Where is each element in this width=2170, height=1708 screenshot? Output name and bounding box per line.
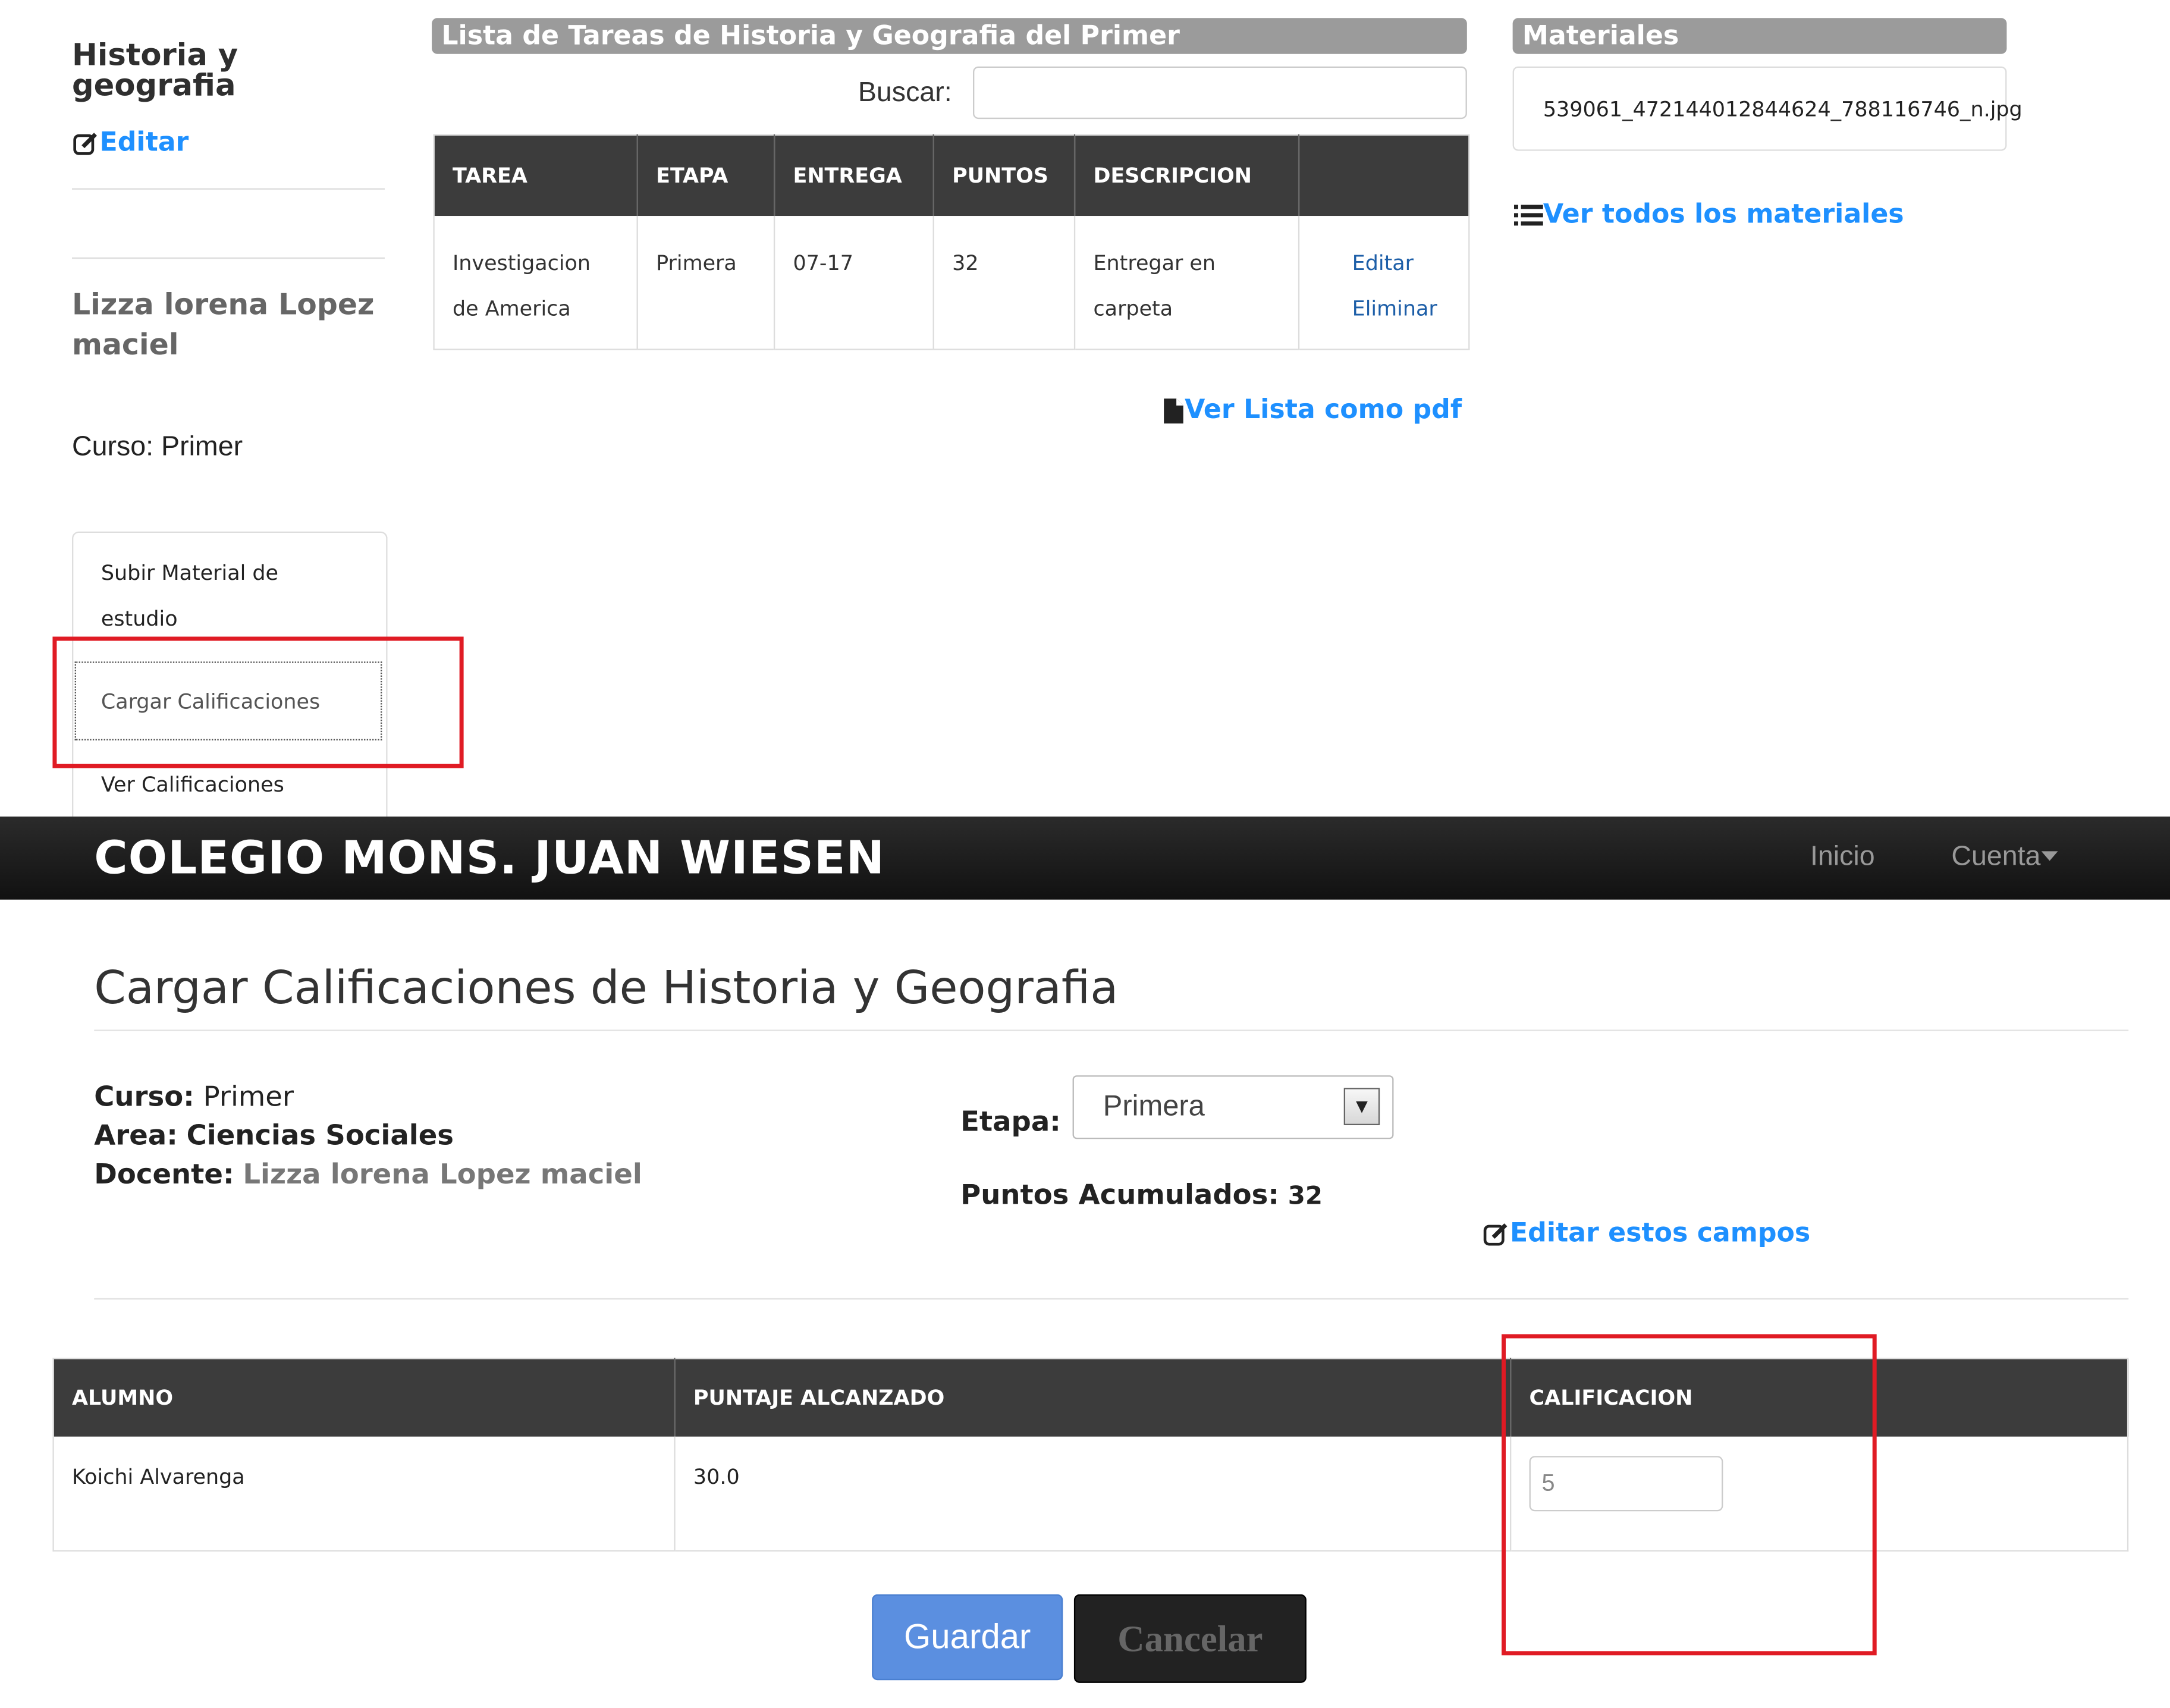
divider bbox=[72, 257, 385, 259]
nav-cuenta-label: Cuenta bbox=[1951, 841, 2041, 872]
divider bbox=[72, 188, 385, 190]
column-header: PUNTAJE ALCANZADO bbox=[674, 1358, 1512, 1437]
subject-title: Historia y geografia bbox=[72, 39, 238, 104]
material-file[interactable]: 539061_472144012844624_788116746_n.jpg bbox=[1543, 97, 2023, 122]
docente-info: Docente: Lizza lorena Lopez maciel bbox=[94, 1157, 642, 1191]
curso-label: Curso: bbox=[72, 432, 154, 463]
student-score: 30.0 bbox=[674, 1436, 1512, 1551]
area-info: Area: Ciencias Sociales bbox=[94, 1118, 454, 1151]
column-header: TAREA bbox=[434, 134, 638, 216]
column-header: ETAPA bbox=[637, 134, 775, 216]
task-name: Investigacion de America bbox=[434, 216, 638, 350]
dropdown-arrow-icon[interactable]: ▼ bbox=[1343, 1088, 1380, 1126]
curso-info: Curso: Primer bbox=[72, 432, 243, 464]
save-button[interactable]: Guardar bbox=[872, 1594, 1063, 1681]
divider bbox=[94, 1298, 2129, 1300]
highlight-box bbox=[1502, 1334, 1877, 1656]
curso-info: Curso: Primer bbox=[94, 1079, 294, 1113]
highlight-box bbox=[52, 636, 464, 768]
docente-label: Docente: bbox=[94, 1157, 234, 1191]
etapa-label: Etapa: bbox=[960, 1104, 1061, 1138]
edit-task-link[interactable]: Editar bbox=[1352, 241, 1450, 287]
task-due: 07-17 bbox=[774, 216, 934, 350]
search-label: Buscar: bbox=[858, 77, 952, 108]
area-label: Area: bbox=[94, 1118, 178, 1152]
puntos-acumulados: Puntos Acumulados: 32 bbox=[960, 1178, 1323, 1211]
caret-down-icon bbox=[2040, 851, 2058, 861]
edit-subject-link[interactable]: Editar bbox=[72, 127, 189, 158]
edit-icon bbox=[73, 132, 98, 155]
column-header: ENTREGA bbox=[774, 134, 934, 216]
cancel-button[interactable]: Cancelar bbox=[1073, 1594, 1307, 1683]
etapa-selected-value: Primera bbox=[1103, 1090, 1205, 1123]
task-list-title: Lista de Tareas de Historia y Geografia … bbox=[432, 18, 1467, 54]
materials-title: Materiales bbox=[1512, 18, 2007, 54]
brand-title[interactable]: COLEGIO MONS. JUAN WIESEN bbox=[94, 830, 885, 884]
edit-icon bbox=[1483, 1222, 1508, 1245]
edit-fields-link[interactable]: Editar estos campos bbox=[1482, 1218, 1810, 1248]
side-item-view-grades[interactable]: Ver Calificaciones bbox=[101, 762, 284, 808]
task-stage: Primera bbox=[637, 216, 775, 350]
task-table: TAREA ETAPA ENTREGA PUNTOS DESCRIPCION I… bbox=[433, 134, 1470, 350]
divider bbox=[94, 1029, 2129, 1031]
curso-value: Primer bbox=[161, 432, 243, 463]
page-title: Cargar Calificaciones de Historia y Geog… bbox=[94, 960, 1119, 1015]
document-icon bbox=[1164, 398, 1183, 423]
column-header bbox=[1299, 134, 1469, 216]
delete-task-link[interactable]: Eliminar bbox=[1352, 287, 1450, 332]
column-header: DESCRIPCION bbox=[1075, 134, 1300, 216]
task-points: 32 bbox=[933, 216, 1076, 350]
all-materials-label: Ver todos los materiales bbox=[1543, 199, 1904, 230]
nav-inicio[interactable]: Inicio bbox=[1810, 842, 1875, 874]
teacher-name: Lizza lorena Lopez maciel bbox=[72, 288, 375, 362]
puntos-value: 32 bbox=[1287, 1182, 1323, 1211]
nav-cuenta[interactable]: Cuenta bbox=[1951, 841, 2058, 874]
puntos-label: Puntos Acumulados: bbox=[960, 1178, 1279, 1211]
area-value: Ciencias Sociales bbox=[186, 1118, 454, 1152]
column-header: ALUMNO bbox=[53, 1358, 676, 1437]
table-row: Investigacion de America Primera 07-17 3… bbox=[434, 216, 1469, 350]
docente-value: Lizza lorena Lopez maciel bbox=[243, 1157, 642, 1191]
curso-label: Curso: bbox=[94, 1079, 194, 1113]
side-item-upload-material[interactable]: Subir Material de estudio bbox=[101, 551, 337, 642]
student-name: Koichi Alvarenga bbox=[53, 1436, 676, 1551]
task-description: Entregar en carpeta bbox=[1075, 216, 1300, 350]
pdf-list-link[interactable]: Ver Lista como pdf bbox=[1163, 394, 1462, 425]
search-input[interactable] bbox=[973, 66, 1467, 120]
curso-value: Primer bbox=[203, 1079, 294, 1113]
edit-fields-label: Editar estos campos bbox=[1509, 1217, 1811, 1249]
edit-label: Editar bbox=[99, 127, 189, 158]
all-materials-link[interactable]: Ver todos los materiales bbox=[1513, 199, 1904, 230]
column-header: PUNTOS bbox=[933, 134, 1076, 216]
pdf-link-label: Ver Lista como pdf bbox=[1185, 394, 1462, 425]
list-icon bbox=[1513, 204, 1543, 225]
